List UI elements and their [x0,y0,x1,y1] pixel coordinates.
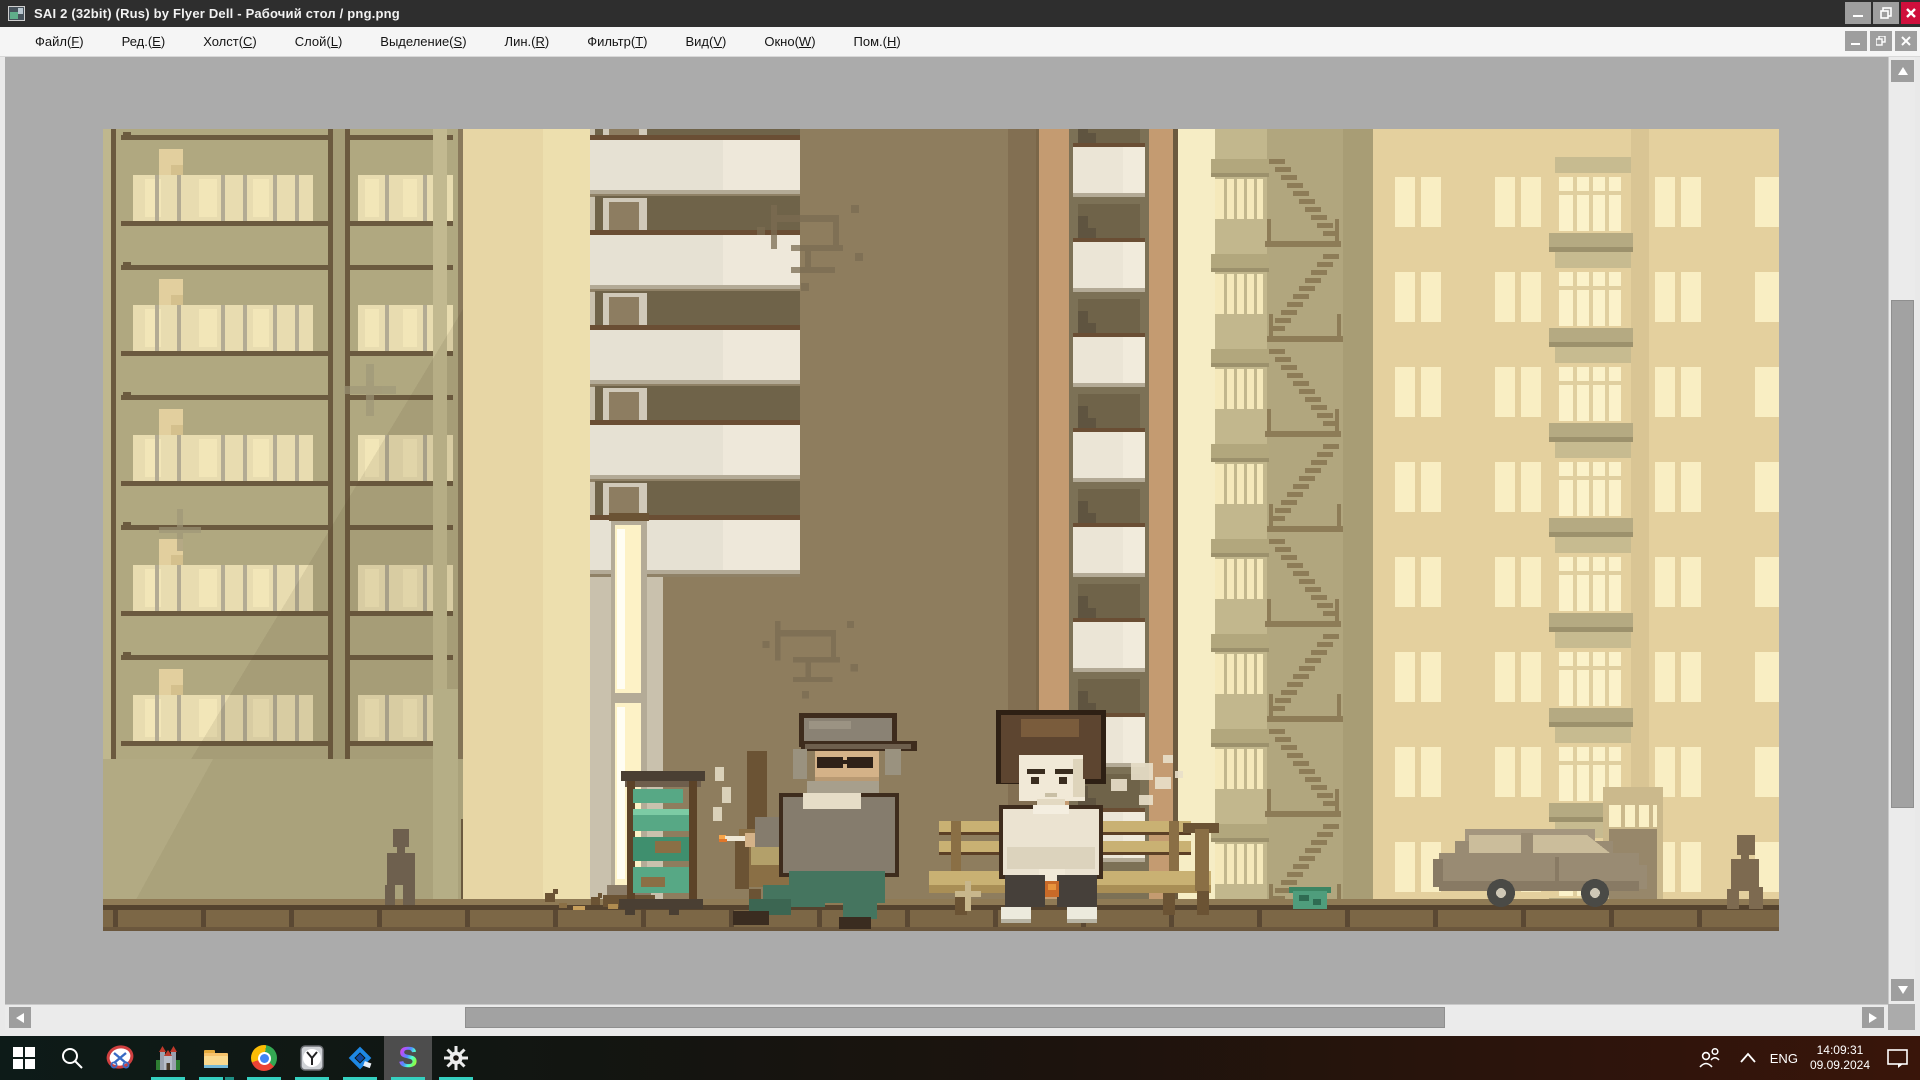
folder-icon [202,1044,230,1072]
search-icon [60,1046,84,1070]
vertical-scrollbar-thumb[interactable] [1891,300,1914,808]
close-icon [1905,7,1917,19]
diamond-icon [346,1044,374,1072]
menu-view[interactable]: Вид(V) [667,34,746,49]
close-button[interactable] [1901,2,1920,24]
window-frame-right [1915,57,1920,1036]
titlebar: SAI 2 (32bit) (Rus) by Flyer Dell - Рабо… [0,0,1920,27]
taskbar: S [0,1036,1920,1080]
restore-button[interactable] [1873,2,1899,24]
taskbar-icon-diamond-app[interactable] [336,1036,384,1080]
menu-layer[interactable]: Слой(L) [276,34,362,49]
gear-icon [442,1044,470,1072]
menu-filter[interactable]: Фильтр(T) [568,34,666,49]
green-bin [1289,887,1331,909]
clock-icon [298,1044,326,1072]
notification-icon[interactable] [1886,1047,1910,1069]
system-tray: ENG 14:09:31 09.09.2024 [1698,1036,1920,1080]
scroll-up-button[interactable] [1891,60,1914,82]
menu-canvas[interactable]: Холст(C) [184,34,276,49]
menu-line[interactable]: Лин.(R) [486,34,569,49]
taskbar-icon-snipping-app[interactable] [96,1036,144,1080]
child-close-button[interactable] [1895,31,1917,51]
taskbar-icon-chrome[interactable] [240,1036,288,1080]
child-restore-button[interactable] [1870,31,1892,51]
desktop-screen: SAI 2 (32bit) (Rus) by Flyer Dell - Рабо… [0,0,1920,1080]
vertical-scrollbar[interactable] [1888,57,1915,1004]
menu-window[interactable]: Окно(W) [745,34,834,49]
taskbar-icon-clock-app[interactable] [288,1036,336,1080]
tray-time: 14:09:31 [1810,1043,1870,1058]
minimize-icon [1852,7,1864,19]
tray-clock[interactable]: 14:09:31 09.09.2024 [1810,1043,1870,1073]
tray-chevron-icon[interactable] [1738,1052,1758,1064]
app-icon [8,6,25,21]
canvas-image[interactable] [103,129,1779,931]
window-title: SAI 2 (32bit) (Rus) by Flyer Dell - Рабо… [34,6,400,21]
start-button[interactable] [0,1036,48,1080]
scissors-icon [106,1044,134,1072]
tray-date: 09.09.2024 [1810,1058,1870,1073]
menu-help[interactable]: Пом.(H) [835,34,920,49]
horizontal-scrollbar-thumb[interactable] [465,1007,1445,1028]
menu-edit[interactable]: Ред.(E) [103,34,185,49]
scroll-down-button[interactable] [1891,979,1914,1001]
taskbar-icon-castle-game[interactable] [144,1036,192,1080]
scroll-right-button[interactable] [1862,1007,1884,1028]
taskbar-icon-settings[interactable] [432,1036,480,1080]
menu-file[interactable]: Файл(F) [16,34,103,49]
window-frame-left [0,57,5,1036]
people-icon[interactable] [1698,1047,1724,1069]
chrome-icon [251,1045,277,1071]
minimize-button[interactable] [1845,2,1871,24]
scroll-left-button[interactable] [9,1007,31,1028]
language-indicator[interactable]: ENG [1770,1051,1798,1066]
taskbar-search[interactable] [48,1036,96,1080]
pixel-art-scene [103,129,1779,931]
taskbar-icon-sai2[interactable]: S [384,1036,432,1080]
menu-selection[interactable]: Выделение(S) [361,34,485,49]
taskbar-icon-file-explorer[interactable] [192,1036,240,1080]
castle-icon [154,1044,182,1072]
sai2-icon: S [398,1044,417,1073]
horizontal-scrollbar[interactable] [5,1004,1888,1030]
child-minimize-button[interactable] [1845,31,1867,51]
windows-logo-icon [12,1046,36,1070]
menubar: Файл(F) Ред.(E) Холст(C) Слой(L) Выделен… [0,27,1920,57]
restore-icon [1880,7,1892,19]
